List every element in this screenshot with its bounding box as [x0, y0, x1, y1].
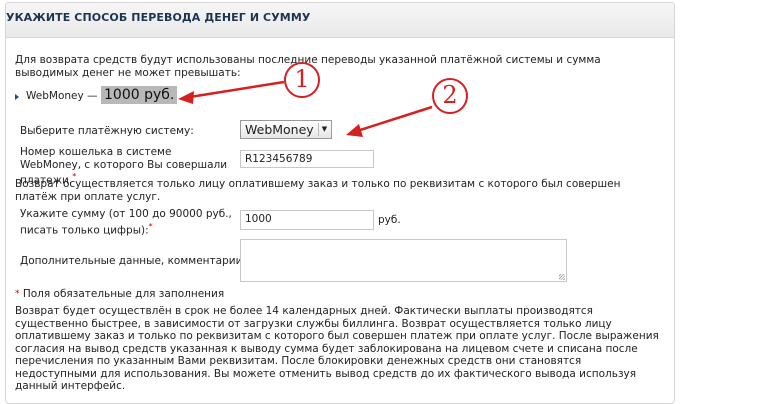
arrow-to-select	[356, 105, 433, 133]
arrow-head-1-icon	[178, 91, 194, 104]
arrow-head-2-icon	[346, 124, 363, 137]
callout-2: 2	[432, 78, 468, 114]
callout-1: 1	[284, 62, 320, 98]
annotation-arrows	[178, 80, 433, 137]
arrow-to-amount	[189, 80, 285, 99]
